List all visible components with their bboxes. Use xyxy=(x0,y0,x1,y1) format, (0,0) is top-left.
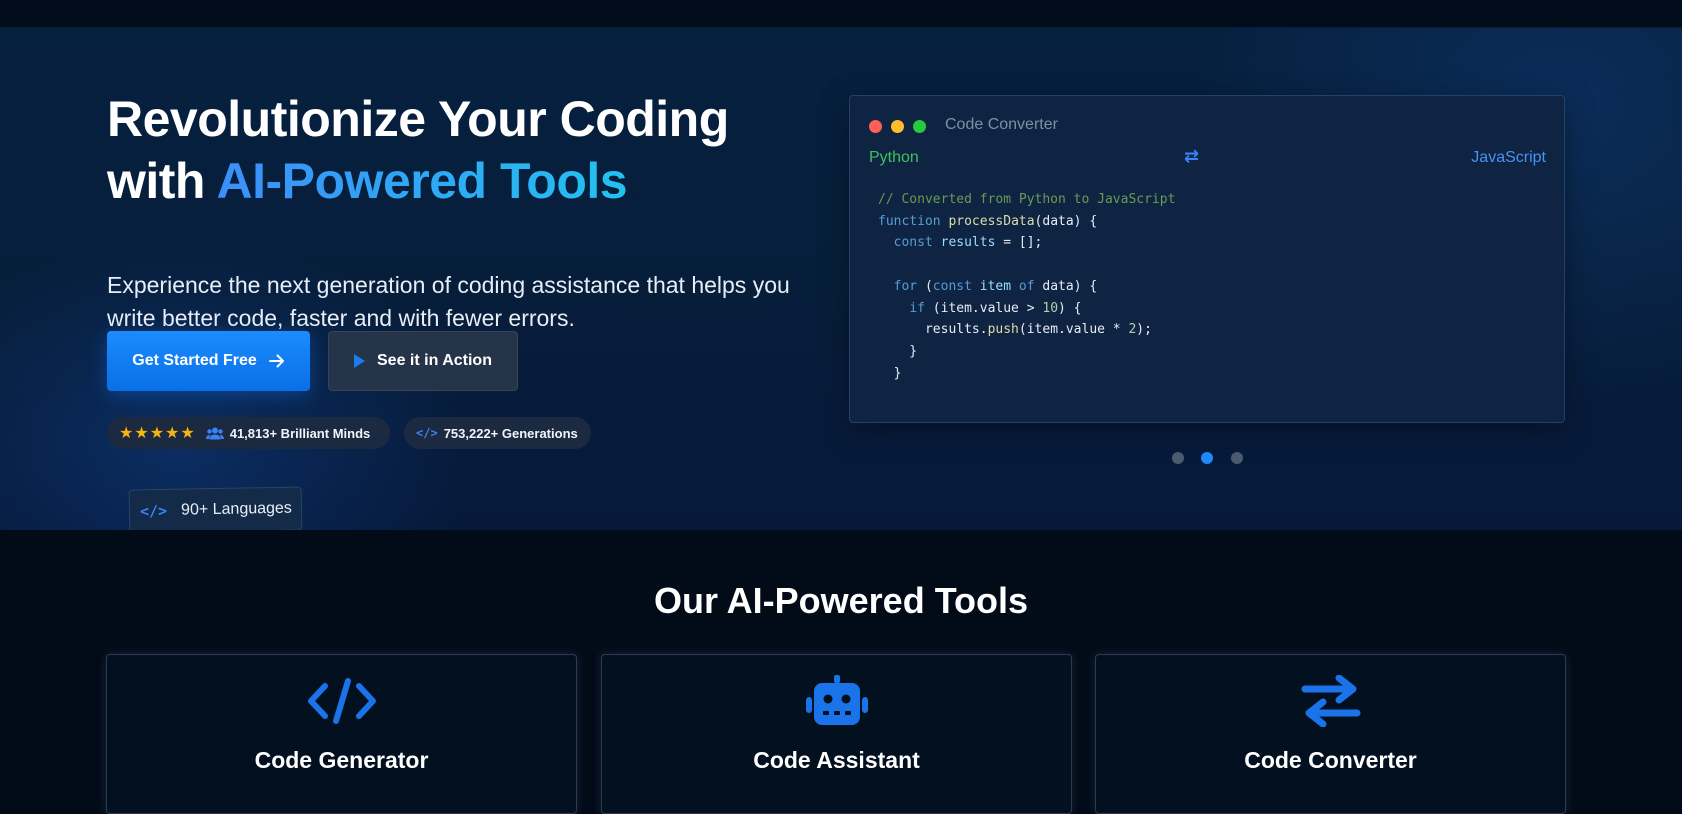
tool-card-code-converter[interactable]: Code Converter xyxy=(1095,654,1566,814)
code-line: } xyxy=(878,343,918,359)
hero-title-line2-prefix: with xyxy=(107,153,217,209)
tools-section-title: Our AI-Powered Tools xyxy=(653,580,1029,621)
generations-stat-badge: </> 753,222+ Generations xyxy=(404,417,591,449)
target-language: JavaScript xyxy=(1471,149,1546,166)
get-started-label: Get Started Free xyxy=(132,352,257,369)
code-block: // Converted from Python to JavaScript fu… xyxy=(878,189,1175,384)
tool-label: Code Converter xyxy=(1244,747,1417,773)
carousel-dot-2-active[interactable] xyxy=(1201,452,1213,464)
converter-title: Code Converter xyxy=(945,116,1058,133)
hero-title-accent: AI-Powered Tools xyxy=(216,153,628,209)
window-close-dot xyxy=(869,120,882,133)
users-stat-text: 41,813+ Brilliant Minds xyxy=(229,425,371,441)
carousel-dot-1[interactable] xyxy=(1172,452,1184,464)
hero-subtitle-line1: Experience the next generation of coding… xyxy=(107,272,790,298)
code-icon: </> xyxy=(416,426,438,440)
top-nav-bar xyxy=(0,0,1682,28)
code-line: results.push(item.value * 2); xyxy=(878,322,1152,338)
hero-title-line1: Revolutionize Your Coding xyxy=(107,91,729,147)
see-in-action-label: See it in Action xyxy=(377,352,492,369)
robot-icon xyxy=(602,675,1071,727)
code-line: if (item.value > 10) { xyxy=(909,300,1082,316)
users-icon xyxy=(205,427,224,439)
languages-badge: </> 90+ Languages xyxy=(128,486,303,530)
arrow-right-icon xyxy=(268,354,284,368)
code-line: // Converted from Python to JavaScript xyxy=(878,192,1176,207)
swap-arrows-icon xyxy=(1096,675,1565,727)
swap-icon: ⇄ xyxy=(1184,146,1200,166)
star-rating-icon: ★★★★★ xyxy=(119,425,196,442)
play-icon xyxy=(354,354,365,368)
code-line: function processData(data) { xyxy=(878,213,1098,229)
code-converter-preview: Code Converter Python ⇄ JavaScript // Co… xyxy=(849,95,1565,423)
get-started-button[interactable]: Get Started Free xyxy=(107,331,310,391)
hero-subtitle: Experience the next generation of coding… xyxy=(107,269,827,335)
window-maximize-dot xyxy=(913,120,926,133)
code-brackets-icon xyxy=(107,675,576,727)
generations-stat-text: 753,222+ Generations xyxy=(443,425,578,441)
code-line: } xyxy=(878,365,902,381)
code-line: const results = []; xyxy=(893,235,1043,251)
see-in-action-button[interactable]: See it in Action xyxy=(328,331,518,391)
hero-title: Revolutionize Your Coding with AI-Powere… xyxy=(107,88,729,212)
carousel-dot-3[interactable] xyxy=(1231,452,1243,464)
tool-label: Code Generator xyxy=(254,747,429,773)
tool-card-code-assistant[interactable]: Code Assistant xyxy=(601,654,1072,814)
hero-subtitle-line2: write better code, faster and with fewer… xyxy=(107,305,575,331)
source-language: Python xyxy=(869,149,919,166)
code-icon: </> xyxy=(139,501,168,521)
window-minimize-dot xyxy=(891,120,904,133)
code-line: for (const item of data) { xyxy=(893,278,1098,294)
tool-label: Code Assistant xyxy=(753,747,920,773)
languages-badge-text: 90+ Languages xyxy=(180,499,293,519)
hero-section: Revolutionize Your Coding with AI-Powere… xyxy=(0,28,1682,530)
tool-card-code-generator[interactable]: Code Generator xyxy=(106,654,577,814)
users-stat-badge: ★★★★★ 41,813+ Brilliant Minds xyxy=(107,417,390,449)
